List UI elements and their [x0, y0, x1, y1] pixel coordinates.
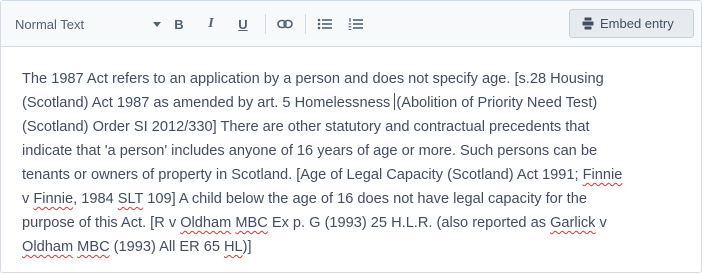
spellcheck-word: Oldham [180, 215, 232, 231]
text-line: tenants or owners of property in Scotlan… [22, 163, 687, 187]
text-run: (Scotland) Act 1987 as amended by art. 5… [22, 95, 395, 111]
editor-toolbar: Normal Text B I U Embed entry [1, 1, 701, 47]
spellcheck-word: Finnie [33, 191, 74, 207]
italic-button[interactable]: I [203, 13, 219, 35]
text-run: v [595, 215, 607, 231]
text-run: (1993) All ER 65 [109, 239, 224, 255]
spellcheck-word: MBC [235, 215, 268, 231]
text-line: purpose of this Act. [R v Oldham MBC Ex … [22, 211, 687, 235]
text-line: indicate that 'a person' includes anyone… [22, 139, 687, 163]
underline-button[interactable]: U [235, 13, 251, 35]
text-run: (Abolition of Priority Need Test) [396, 95, 598, 111]
bulleted-list-button[interactable] [316, 13, 334, 35]
toolbar-divider [265, 14, 266, 34]
text-format-dropdown[interactable]: Normal Text [15, 1, 161, 47]
spellcheck-word: MBC [77, 239, 110, 255]
bulleted-list-icon [317, 18, 332, 30]
rich-text-editor: Normal Text B I U Embed entry The 1987 A… [0, 0, 702, 273]
text-run: Ex p. G (1993) 25 H.L.R. (also reported … [267, 215, 551, 231]
editor-content[interactable]: The 1987 Act refers to an application by… [22, 67, 687, 259]
numbered-list-button[interactable] [347, 13, 365, 35]
text-run: v [22, 191, 34, 207]
text-run: indicate that 'a person' includes anyone… [22, 143, 598, 159]
text-line: Oldham MBC (1993) All ER 65 HL)] [22, 235, 687, 259]
spellcheck-word: SLT [117, 191, 144, 207]
numbered-list-icon [348, 18, 363, 30]
text-line: (Scotland) Order SI 2012/330] There are … [22, 115, 687, 139]
text-run: tenants or owners of property in Scotlan… [22, 167, 583, 183]
chevron-down-icon [153, 22, 161, 27]
spellcheck-word: HL [224, 239, 243, 255]
text-run: )] [242, 239, 252, 255]
text-run: (Scotland) Order SI 2012/330] There are … [22, 119, 590, 135]
toolbar-divider [305, 14, 306, 34]
link-icon [277, 19, 293, 29]
spellcheck-word: Finnie [582, 167, 623, 183]
bold-button[interactable]: B [171, 13, 187, 35]
text-run: 109] A child below the age of 16 does no… [143, 191, 587, 207]
text-run: , 1984 [73, 191, 118, 207]
embed-entry-label: Embed entry [600, 16, 674, 31]
hyperlink-button[interactable] [275, 13, 295, 35]
text-run: The 1987 Act refers to an application by… [22, 71, 604, 87]
text-format-value: Normal Text [15, 16, 85, 32]
text-line: The 1987 Act refers to an application by… [22, 67, 687, 91]
text-line: v Finnie, 1984 SLT 109] A child below th… [22, 187, 687, 211]
text-run: purpose of this Act. [R v [22, 215, 181, 231]
spellcheck-word: Garlick [550, 215, 596, 231]
embed-icon [582, 17, 594, 30]
text-line: (Scotland) Act 1987 as amended by art. 5… [22, 91, 687, 115]
spellcheck-word: Oldham [22, 239, 74, 255]
embed-entry-button[interactable]: Embed entry [569, 9, 694, 38]
